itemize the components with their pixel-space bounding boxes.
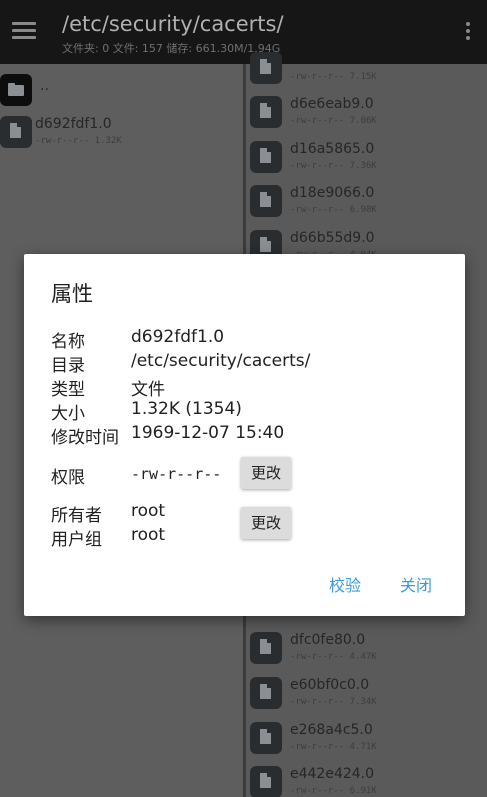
file-meta: -rw-r--r-- 6.91K (290, 786, 377, 796)
file-icon (0, 116, 32, 148)
modified-time-value: 1969-12-07 15:40 (131, 423, 285, 443)
directory-label: 目录 (51, 356, 85, 376)
name-label: 名称 (51, 332, 85, 352)
checksum-button[interactable]: 校验 (329, 572, 361, 596)
folder-icon (0, 74, 32, 106)
type-value: 文件 (131, 380, 165, 400)
file-meta: -rw-r--r-- 7.06K (290, 116, 377, 126)
directory-value: /etc/security/cacerts/ (131, 351, 311, 371)
file-icon (250, 185, 282, 217)
file-name: .. (40, 78, 49, 94)
file-name: d692fdf1.0 (35, 116, 112, 132)
file-meta: -rw-r--r-- 1.32K (35, 136, 122, 146)
file-name: e268a4c5.0 (290, 722, 373, 738)
group-label: 用户组 (51, 530, 102, 550)
list-item-file[interactable]: -rw-r--r-- 7.15K (250, 50, 482, 94)
file-icon (250, 766, 282, 797)
change-permissions-button[interactable]: 更改 (241, 457, 291, 489)
path-title: /etc/security/cacerts/ (62, 12, 284, 36)
file-icon (250, 632, 282, 664)
list-item-file[interactable]: e60bf0c0.0 -rw-r--r-- 7.34K (250, 675, 482, 719)
storage-summary: 文件夹: 0 文件: 157 储存: 661.30M/1.94G (62, 42, 281, 55)
file-icon (250, 677, 282, 709)
file-icon (250, 722, 282, 754)
dialog-title: 属性 (51, 282, 93, 306)
name-value: d692fdf1.0 (131, 327, 225, 347)
file-meta: -rw-r--r-- 4.47K (290, 652, 377, 662)
file-meta: -rw-r--r-- 7.15K (290, 72, 377, 82)
file-meta: -rw-r--r-- 4.71K (290, 742, 377, 752)
list-item-file[interactable]: e442e424.0 -rw-r--r-- 6.91K (250, 764, 482, 797)
group-value: root (131, 525, 166, 545)
overflow-menu-icon[interactable] (464, 22, 472, 44)
file-icon (250, 52, 282, 84)
file-meta: -rw-r--r-- 7.36K (290, 161, 377, 171)
list-item-file[interactable]: d16a5865.0 -rw-r--r-- 7.36K (250, 139, 482, 183)
list-item-file[interactable]: d18e9066.0 -rw-r--r-- 6.90K (250, 183, 482, 227)
owner-label: 所有者 (51, 506, 102, 526)
modified-time-label: 修改时间 (51, 428, 119, 448)
file-name: dfc0fe80.0 (290, 632, 366, 648)
file-name: e442e424.0 (290, 766, 375, 782)
permissions-value: -rw-r--r-- (131, 465, 222, 483)
list-item-file[interactable]: d692fdf1.0 -rw-r--r-- 1.32K (0, 114, 240, 158)
size-value: 1.32K (1354) (131, 399, 242, 419)
hamburger-menu-icon[interactable] (12, 22, 36, 42)
file-name: d18e9066.0 (290, 185, 375, 201)
list-item-file[interactable]: e268a4c5.0 -rw-r--r-- 4.71K (250, 720, 482, 764)
list-item-file[interactable]: dfc0fe80.0 -rw-r--r-- 4.47K (250, 630, 482, 674)
file-icon (250, 96, 282, 128)
list-item-file[interactable]: d6e6eab9.0 -rw-r--r-- 7.06K (250, 94, 482, 138)
close-button[interactable]: 关闭 (400, 572, 432, 596)
file-name: d66b55d9.0 (290, 230, 375, 246)
owner-value: root (131, 501, 166, 521)
file-icon (250, 141, 282, 173)
permissions-label: 权限 (51, 468, 85, 488)
type-label: 类型 (51, 380, 85, 400)
file-meta: -rw-r--r-- 7.34K (290, 697, 377, 707)
size-label: 大小 (51, 404, 85, 424)
file-name: d6e6eab9.0 (290, 96, 374, 112)
properties-dialog: 属性 名称 d692fdf1.0 目录 /etc/security/cacert… (24, 254, 465, 616)
file-meta: -rw-r--r-- 6.90K (290, 205, 377, 215)
list-item-parent[interactable]: .. (0, 72, 240, 116)
file-name: d16a5865.0 (290, 141, 375, 157)
file-name: e60bf0c0.0 (290, 677, 370, 693)
change-owner-button[interactable]: 更改 (241, 507, 291, 539)
